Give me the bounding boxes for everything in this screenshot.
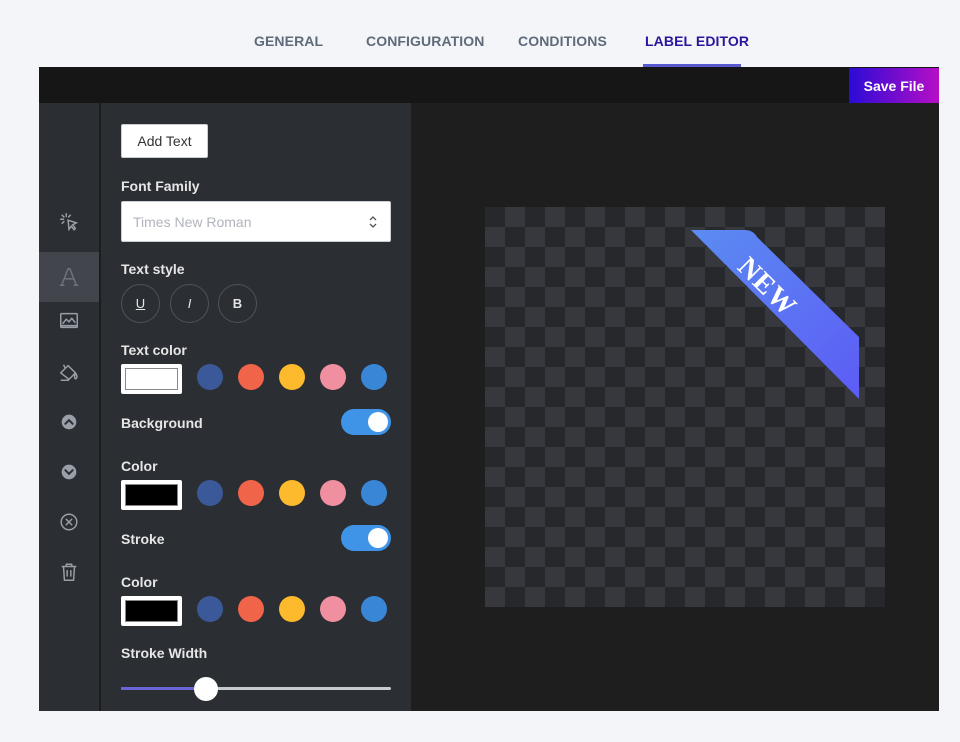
tab-conditions[interactable]: CONDITIONS bbox=[518, 33, 607, 49]
stroke-color-blue[interactable] bbox=[197, 596, 223, 622]
stroke-width-label: Stroke Width bbox=[121, 645, 208, 661]
select-pointer-icon[interactable] bbox=[39, 197, 99, 247]
background-label: Background bbox=[121, 415, 203, 431]
label-canvas[interactable]: NEW bbox=[485, 207, 885, 607]
stroke-color-swatch[interactable] bbox=[121, 596, 182, 626]
text-color-pink[interactable] bbox=[320, 364, 346, 390]
chevron-up-circle-icon[interactable] bbox=[39, 397, 99, 447]
add-text-button[interactable]: Add Text bbox=[121, 124, 208, 158]
text-color-red[interactable] bbox=[238, 364, 264, 390]
stroke-width-slider[interactable] bbox=[121, 677, 391, 701]
image-chart-icon[interactable] bbox=[39, 296, 99, 346]
text-color-lightblue[interactable] bbox=[361, 364, 387, 390]
font-family-select[interactable]: Times New Roman bbox=[121, 201, 391, 242]
underline-button[interactable]: U bbox=[121, 284, 160, 323]
background-toggle[interactable] bbox=[341, 409, 391, 435]
bg-color-red[interactable] bbox=[238, 480, 264, 506]
font-family-label: Font Family bbox=[121, 178, 200, 194]
tab-configuration[interactable]: CONFIGURATION bbox=[366, 33, 484, 49]
text-color-blue[interactable] bbox=[197, 364, 223, 390]
new-ribbon[interactable]: NEW bbox=[485, 207, 885, 607]
tool-rail bbox=[39, 103, 100, 711]
paint-bucket-icon[interactable] bbox=[39, 347, 99, 397]
close-circle-icon[interactable] bbox=[39, 497, 99, 547]
bg-color-pink[interactable] bbox=[320, 480, 346, 506]
stroke-color-yellow[interactable] bbox=[279, 596, 305, 622]
slider-thumb[interactable] bbox=[194, 677, 218, 701]
properties-panel: Add Text Font Family Times New Roman Tex… bbox=[101, 103, 411, 711]
stroke-color-label: Color bbox=[121, 574, 158, 590]
save-file-button[interactable]: Save File bbox=[849, 68, 939, 103]
stroke-label: Stroke bbox=[121, 531, 165, 547]
bg-color-blue[interactable] bbox=[197, 480, 223, 506]
background-color-swatch[interactable] bbox=[121, 480, 182, 510]
editor-topbar: Save File bbox=[39, 67, 939, 103]
tab-bar: GENERAL CONFIGURATION CONDITIONS LABEL E… bbox=[0, 0, 960, 67]
label-editor: Save File Add Text Font Family Times New… bbox=[39, 67, 939, 711]
tab-label-editor[interactable]: LABEL EDITOR bbox=[645, 33, 749, 49]
select-arrows-icon bbox=[369, 216, 377, 228]
stroke-color-lightblue[interactable] bbox=[361, 596, 387, 622]
stroke-toggle[interactable] bbox=[341, 525, 391, 551]
text-style-label: Text style bbox=[121, 261, 185, 277]
stroke-color-pink[interactable] bbox=[320, 596, 346, 622]
bg-color-lightblue[interactable] bbox=[361, 480, 387, 506]
tab-general[interactable]: GENERAL bbox=[254, 33, 323, 49]
chevron-down-circle-icon[interactable] bbox=[39, 447, 99, 497]
font-family-value: Times New Roman bbox=[133, 213, 252, 230]
bold-button[interactable]: B bbox=[218, 284, 257, 323]
text-color-label: Text color bbox=[121, 342, 187, 358]
text-icon[interactable] bbox=[39, 252, 99, 302]
text-color-yellow[interactable] bbox=[279, 364, 305, 390]
trash-icon[interactable] bbox=[39, 547, 99, 597]
stroke-color-red[interactable] bbox=[238, 596, 264, 622]
bg-color-yellow[interactable] bbox=[279, 480, 305, 506]
background-color-label: Color bbox=[121, 458, 158, 474]
italic-button[interactable]: I bbox=[170, 284, 209, 323]
text-color-swatch[interactable] bbox=[121, 364, 182, 394]
